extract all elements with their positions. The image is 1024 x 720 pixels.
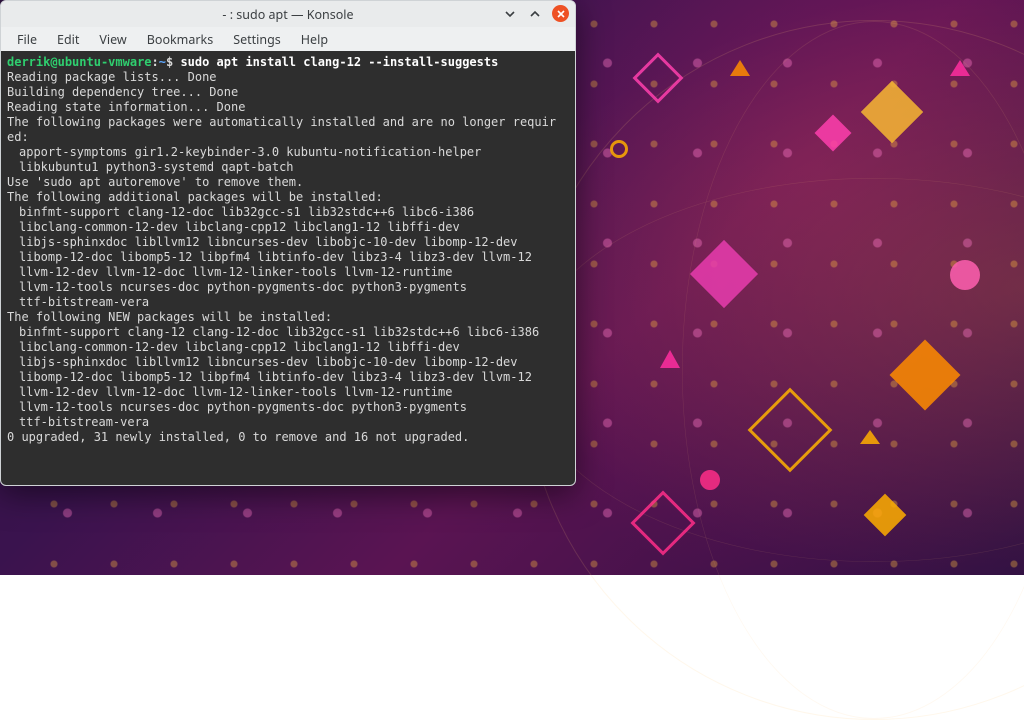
out-line: Reading package lists... Done bbox=[7, 70, 217, 84]
out-line: libomp-12-doc libomp5-12 libpfm4 libtinf… bbox=[7, 250, 569, 265]
menubar: File Edit View Bookmarks Settings Help bbox=[1, 27, 575, 51]
out-line: llvm-12-dev llvm-12-doc llvm-12-linker-t… bbox=[7, 385, 569, 400]
command-text: sudo apt install clang-12 --install-sugg… bbox=[180, 55, 498, 69]
out-line: libclang-common-12-dev libclang-cpp12 li… bbox=[7, 220, 569, 235]
out-line: libjs-sphinxdoc libllvm12 libncurses-dev… bbox=[7, 235, 569, 250]
prompt-at: @ bbox=[50, 55, 57, 69]
out-line: ttf-bitstream-vera bbox=[7, 295, 569, 310]
out-line: Use 'sudo apt autoremove' to remove them… bbox=[7, 175, 303, 189]
out-line: libomp-12-doc libomp5-12 libpfm4 libtinf… bbox=[7, 370, 569, 385]
out-line: ed: bbox=[7, 130, 29, 144]
prompt-user: derrik bbox=[7, 55, 50, 69]
out-summary: 0 upgraded, 31 newly installed, 0 to rem… bbox=[7, 430, 469, 444]
out-line: The following additional packages will b… bbox=[7, 190, 383, 204]
prompt-host: ubuntu-vmware bbox=[58, 55, 152, 69]
chevron-up-icon bbox=[529, 8, 541, 20]
out-line: llvm-12-dev llvm-12-doc llvm-12-linker-t… bbox=[7, 265, 569, 280]
out-line: libjs-sphinxdoc libllvm12 libncurses-dev… bbox=[7, 355, 569, 370]
out-line: Building dependency tree... Done bbox=[7, 85, 238, 99]
out-line: llvm-12-tools ncurses-doc python-pygment… bbox=[7, 400, 569, 415]
window-title: - : sudo apt — Konsole bbox=[222, 6, 353, 23]
menu-help[interactable]: Help bbox=[291, 28, 338, 51]
menu-settings[interactable]: Settings bbox=[223, 28, 291, 51]
close-icon bbox=[555, 8, 567, 20]
prompt-path: ~ bbox=[159, 55, 166, 69]
minimize-button[interactable] bbox=[502, 6, 517, 21]
out-line: Reading state information... Done bbox=[7, 100, 245, 114]
out-line: The following NEW packages will be insta… bbox=[7, 310, 332, 324]
out-line: binfmt-support clang-12 clang-12-doc lib… bbox=[7, 325, 569, 340]
prompt-sigil: $ bbox=[166, 55, 180, 69]
menu-edit[interactable]: Edit bbox=[47, 28, 89, 51]
out-line: binfmt-support clang-12-doc lib32gcc-s1 … bbox=[7, 205, 569, 220]
menu-bookmarks[interactable]: Bookmarks bbox=[137, 28, 223, 51]
out-line: libclang-common-12-dev libclang-cpp12 li… bbox=[7, 340, 569, 355]
prompt-colon: : bbox=[152, 55, 159, 69]
chevron-down-icon bbox=[504, 8, 516, 20]
out-line: libkubuntu1 python3-systemd qapt-batch bbox=[7, 160, 569, 175]
out-line: ttf-bitstream-vera bbox=[7, 415, 569, 430]
maximize-button[interactable] bbox=[527, 6, 542, 21]
titlebar[interactable]: - : sudo apt — Konsole bbox=[1, 1, 575, 27]
out-line: llvm-12-tools ncurses-doc python-pygment… bbox=[7, 280, 569, 295]
out-line: apport-symptoms gir1.2-keybinder-3.0 kub… bbox=[7, 145, 569, 160]
out-line: The following packages were automaticall… bbox=[7, 115, 556, 129]
terminal-output[interactable]: derrik@ubuntu-vmware:~$ sudo apt install… bbox=[1, 51, 575, 485]
menu-view[interactable]: View bbox=[89, 28, 136, 51]
menu-file[interactable]: File bbox=[7, 28, 47, 51]
konsole-window: - : sudo apt — Konsole File Edit View Bo… bbox=[0, 0, 576, 486]
close-button[interactable] bbox=[552, 5, 569, 22]
